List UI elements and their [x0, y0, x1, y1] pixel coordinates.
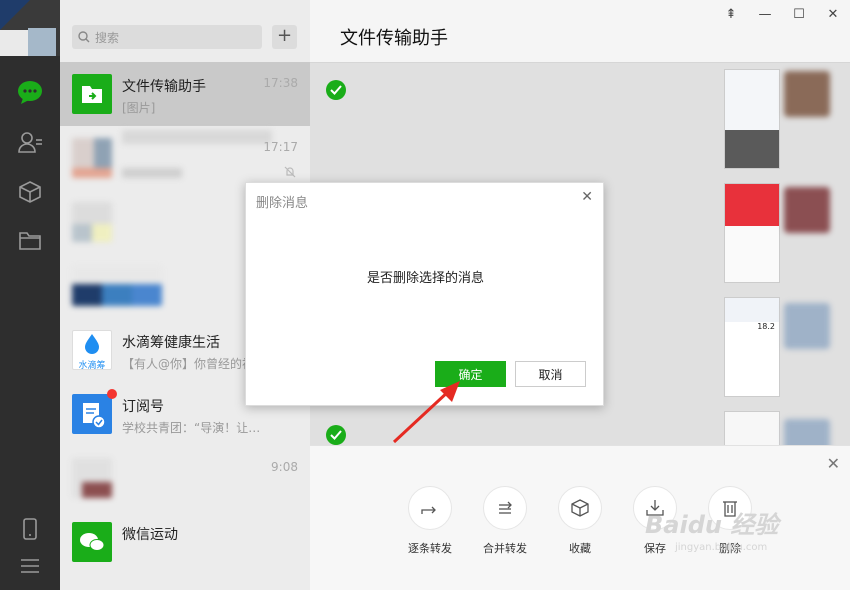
- shuidichou-avatar: 水滴筹: [72, 330, 112, 370]
- contacts-icon[interactable]: [16, 128, 44, 156]
- window-controls: ⇞ — ☐ ✕: [714, 0, 850, 28]
- subscription-avatar: [72, 389, 117, 434]
- avatar: [72, 138, 112, 178]
- chat-icon[interactable]: [16, 78, 44, 106]
- avatar: [72, 202, 112, 242]
- forward-one-by-one-button[interactable]: 逐条转发: [400, 486, 460, 556]
- list-item[interactable]: 17:17: [60, 126, 310, 190]
- avatar[interactable]: [0, 0, 60, 56]
- list-item[interactable]: 9:08: [60, 446, 310, 510]
- avatar: [72, 266, 162, 306]
- list-item[interactable]: 微信运动: [60, 510, 310, 574]
- minimize-button[interactable]: —: [748, 0, 782, 28]
- search-placeholder: 搜索: [95, 30, 120, 45]
- file-transfer-avatar: [72, 74, 112, 114]
- cancel-button[interactable]: 取消: [515, 361, 586, 387]
- avatar: [784, 303, 830, 349]
- watermark: Baidu 经验 jingyan.baidu.com: [645, 505, 805, 553]
- annotation-arrow-icon: [392, 381, 460, 444]
- page-title: 文件传输助手: [340, 28, 448, 49]
- watermark-sub: jingyan.baidu.com: [675, 542, 768, 553]
- chat-name: 订阅号: [122, 399, 164, 415]
- unread-badge: [107, 389, 117, 399]
- left-rail: [0, 0, 60, 590]
- box-icon[interactable]: [16, 178, 44, 206]
- avatar: [72, 458, 112, 498]
- image-message[interactable]: [724, 411, 780, 445]
- chat-preview: 学校共青团：“导演！让…: [122, 421, 261, 435]
- dialog-message: 是否删除选择的消息: [366, 271, 484, 286]
- list-item[interactable]: 文件传输助手 [图片] 17:38: [60, 62, 310, 126]
- forward-icon: [408, 486, 452, 530]
- mute-icon: [284, 166, 296, 178]
- image-message[interactable]: 18.2: [724, 297, 780, 397]
- folder-icon[interactable]: [16, 226, 44, 254]
- add-button[interactable]: +: [272, 25, 297, 49]
- phone-icon[interactable]: [16, 515, 44, 543]
- merge-forward-button[interactable]: 合并转发: [475, 486, 535, 556]
- close-icon[interactable]: ✕: [827, 454, 840, 473]
- close-icon[interactable]: ✕: [581, 189, 593, 205]
- delete-dialog: 删除消息 ✕ 是否删除选择的消息 确定 取消: [245, 182, 604, 406]
- chat-preview: [图片]: [122, 101, 156, 115]
- redacted-name: [122, 130, 272, 144]
- action-label: 逐条转发: [408, 542, 452, 555]
- close-button[interactable]: ✕: [816, 0, 850, 28]
- selected-check-icon[interactable]: [326, 80, 346, 100]
- chat-name: 水滴筹健康生活: [122, 335, 220, 351]
- selected-check-icon[interactable]: [326, 425, 346, 445]
- image-message[interactable]: [724, 69, 780, 169]
- favorite-icon: [558, 486, 602, 530]
- menu-icon[interactable]: [16, 552, 44, 580]
- wechat-sports-avatar: [72, 522, 112, 562]
- search-icon: [78, 31, 90, 43]
- pin-button[interactable]: ⇞: [714, 0, 748, 28]
- avatar-text: 水滴筹: [78, 361, 106, 370]
- chat-name: 文件传输助手: [122, 79, 206, 95]
- redacted-preview: [122, 168, 182, 178]
- avatar: [784, 419, 830, 445]
- merge-forward-icon: [483, 486, 527, 530]
- chat-time: 17:38: [263, 76, 298, 90]
- chat-time: 9:08: [271, 460, 298, 474]
- dialog-title: 删除消息: [256, 196, 309, 211]
- image-message[interactable]: [724, 183, 780, 283]
- avatar: [784, 187, 830, 233]
- watermark-main: Baidu 经验: [645, 511, 779, 539]
- shot-text: 18.2: [757, 322, 775, 331]
- maximize-button[interactable]: ☐: [782, 0, 816, 28]
- action-label: 合并转发: [483, 542, 527, 555]
- avatar: [784, 71, 830, 117]
- action-label: 收藏: [569, 542, 591, 555]
- search-input[interactable]: 搜索: [72, 25, 262, 49]
- chat-name: 微信运动: [122, 527, 178, 543]
- chat-time: 17:17: [263, 140, 298, 154]
- favorite-button[interactable]: 收藏: [550, 486, 610, 556]
